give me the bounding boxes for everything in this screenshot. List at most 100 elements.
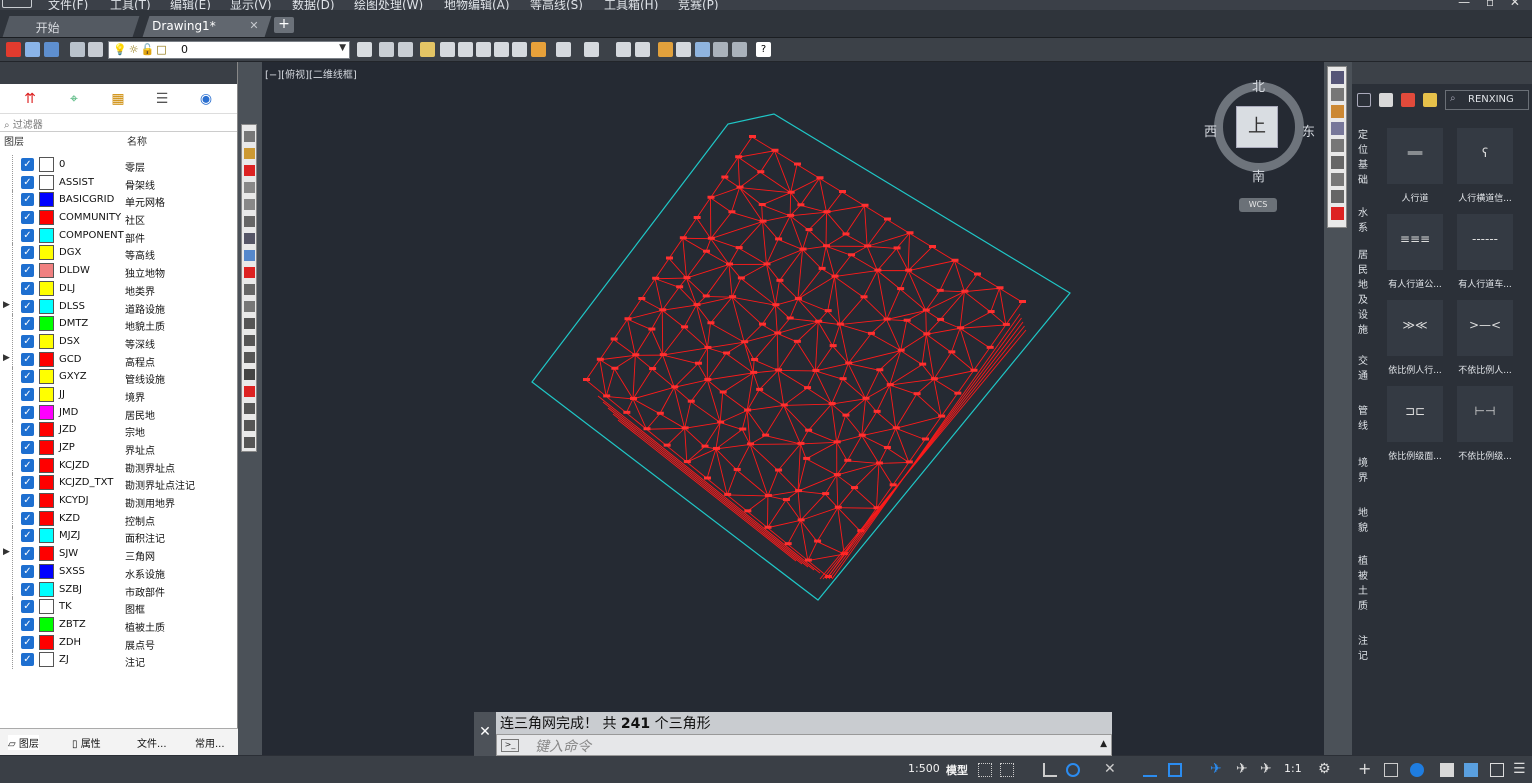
layer-visible-checkbox[interactable]: ✓ — [21, 635, 34, 649]
symbol-item[interactable]: ⊢⊣ 不依比例级... — [1457, 386, 1525, 462]
layer-color-swatch[interactable] — [39, 333, 54, 349]
layer-filter-icon[interactable]: ⌖ — [65, 90, 83, 108]
vertical-tool-icon[interactable] — [244, 369, 255, 380]
layer-row[interactable]: ▶ ✓ DLSS 道路设施 — [0, 296, 238, 316]
polar-icon[interactable] — [1066, 763, 1080, 777]
save-icon[interactable] — [616, 42, 631, 57]
symbol-item[interactable]: >—< 不依比例人... — [1457, 300, 1525, 376]
tab-drawing1[interactable]: Drawing1* ✕ — [142, 16, 272, 37]
right-tool-icon[interactable] — [1331, 105, 1344, 118]
vertical-tool-icon[interactable] — [244, 318, 255, 329]
symbol-category[interactable]: 水系 — [1357, 206, 1369, 236]
query-icon[interactable] — [695, 42, 710, 57]
wcs-menu[interactable]: WCS — [1239, 198, 1277, 212]
right-tool-icon[interactable] — [1331, 207, 1344, 220]
layer-color-swatch[interactable] — [39, 493, 54, 509]
symbol-category[interactable]: 定位基础 — [1357, 128, 1369, 188]
viewcube-top-face[interactable]: 上 — [1236, 106, 1278, 148]
close-icon[interactable]: ✕ — [249, 19, 258, 32]
layer-row[interactable]: ✓ DSX 等深线 — [0, 331, 238, 351]
symbol-category[interactable]: 居民地及设施 — [1357, 248, 1369, 338]
layer-row[interactable]: ✓ DGX 等高线 — [0, 243, 238, 263]
menu-view[interactable]: 显示(V) — [230, 0, 272, 10]
layer-row[interactable]: ✓ SXSS 水系设施 — [0, 561, 238, 581]
symbol-item[interactable]: ≡≡≡ 有人行道公... — [1387, 214, 1455, 290]
footer-tab-common[interactable]: 常用... — [195, 735, 225, 750]
draw-line-icon[interactable] — [658, 42, 673, 57]
layer-row[interactable]: ✓ KCJZD_TXT 勘测界址点注记 — [0, 473, 238, 493]
layer-visible-checkbox[interactable]: ✓ — [21, 476, 34, 490]
layer-settings-icon[interactable]: ◉ — [197, 90, 215, 108]
clean-screen-icon[interactable] — [1464, 763, 1478, 777]
layer-row[interactable]: ✓ BASICGRID 单元网格 — [0, 190, 238, 210]
new-layer-icon[interactable]: ⇈ — [21, 90, 39, 108]
vertical-tool-icon[interactable] — [244, 352, 255, 363]
vertical-tool-icon[interactable] — [244, 386, 255, 397]
zoom-icon[interactable] — [458, 42, 473, 57]
layer-visible-checkbox[interactable]: ✓ — [21, 653, 34, 667]
vertical-tool-icon[interactable] — [244, 403, 255, 414]
zoom-extents-icon[interactable] — [494, 42, 509, 57]
layer-visible-checkbox[interactable]: ✓ — [21, 334, 34, 348]
vertical-tool-icon[interactable] — [244, 199, 255, 210]
menu-file[interactable]: 文件(F) — [48, 0, 88, 10]
layer-row[interactable]: ✓ KCJZD 勘测界址点 — [0, 455, 238, 475]
snap-icon[interactable] — [1000, 763, 1014, 777]
ortho-icon[interactable] — [1043, 763, 1057, 777]
move-icon[interactable] — [676, 42, 691, 57]
menu-icon[interactable]: ☰ — [1513, 762, 1527, 777]
layer-color-swatch[interactable] — [39, 546, 54, 562]
compass-north[interactable]: 北 — [1252, 76, 1265, 95]
layer-visible-checkbox[interactable]: ✓ — [21, 405, 34, 419]
symbol-item[interactable]: ≫≪ 依比例人行... — [1387, 300, 1455, 376]
vertical-tool-icon[interactable] — [244, 437, 255, 448]
layer-color-swatch[interactable] — [39, 422, 54, 438]
layer-manager-icon[interactable] — [6, 42, 21, 57]
layer-visible-checkbox[interactable]: ✓ — [21, 193, 34, 207]
chevron-up-icon[interactable]: ▲ — [1100, 739, 1107, 749]
layer-row[interactable]: ✓ 0 零层 — [0, 155, 238, 174]
osnap-track-icon[interactable]: ✕ — [1104, 762, 1118, 777]
right-tool-icon[interactable] — [1331, 122, 1344, 135]
layer-state-icon[interactable] — [25, 42, 40, 57]
layer-list-icon[interactable]: ☰ — [153, 90, 171, 108]
compass-south[interactable]: 南 — [1252, 166, 1265, 185]
footer-tab-properties[interactable]: ▯ 属性 — [72, 735, 101, 750]
layer-row[interactable]: ▶ ✓ SJW 三角网 — [0, 544, 238, 564]
layer-visible-checkbox[interactable]: ✓ — [21, 617, 34, 631]
pan-icon[interactable] — [440, 42, 455, 57]
right-tool-icon[interactable] — [1331, 139, 1344, 152]
layer-color-swatch[interactable] — [39, 280, 54, 296]
menu-drawing[interactable]: 绘图处理(W) — [354, 0, 423, 10]
vertical-tool-icon[interactable] — [244, 131, 255, 142]
layer-row[interactable]: ✓ TK 图框 — [0, 597, 238, 617]
fullscreen-icon[interactable] — [1490, 763, 1504, 777]
expand-icon[interactable]: ▶ — [3, 353, 10, 363]
layer-visible-checkbox[interactable]: ✓ — [21, 264, 34, 278]
layer-visible-checkbox[interactable]: ✓ — [21, 299, 34, 313]
vertical-tool-icon[interactable] — [244, 165, 255, 176]
vertical-tool-icon[interactable] — [244, 335, 255, 346]
auto-scale-icon[interactable]: ✈ — [1236, 762, 1250, 777]
layer-color-swatch[interactable] — [39, 634, 54, 650]
layer-color-swatch[interactable] — [39, 174, 54, 190]
layer-filter-input[interactable]: ⌕ 过滤器 — [0, 114, 237, 132]
compass-west[interactable]: 西 — [1204, 121, 1217, 140]
layer-visible-checkbox[interactable]: ✓ — [21, 511, 34, 525]
layer-row[interactable]: ✓ DLDW 独立地物 — [0, 261, 238, 281]
new-tab-button[interactable]: + — [274, 17, 294, 33]
layer-row[interactable]: ✓ SZBJ 市政部件 — [0, 579, 238, 599]
symbol-category[interactable]: 交通 — [1357, 354, 1369, 384]
menu-contour[interactable]: 等高线(S) — [530, 0, 583, 10]
model-space-toggle[interactable]: 模型 — [946, 762, 968, 778]
symbol-item[interactable]: ══ 人行道 — [1387, 128, 1455, 204]
expand-icon[interactable]: ▶ — [3, 300, 10, 310]
symbol-category[interactable]: 注记 — [1357, 634, 1369, 664]
lineweight-icon[interactable] — [1143, 763, 1157, 777]
properties-icon[interactable] — [357, 42, 372, 57]
footer-tab-files[interactable]: 文件... — [137, 735, 167, 750]
layer-color-swatch[interactable] — [39, 157, 54, 172]
layer-row[interactable]: ✓ JMD 居民地 — [0, 402, 238, 422]
footer-tab-layers[interactable]: ▱ 图层 — [8, 735, 39, 750]
layer-color-swatch[interactable] — [39, 457, 54, 473]
